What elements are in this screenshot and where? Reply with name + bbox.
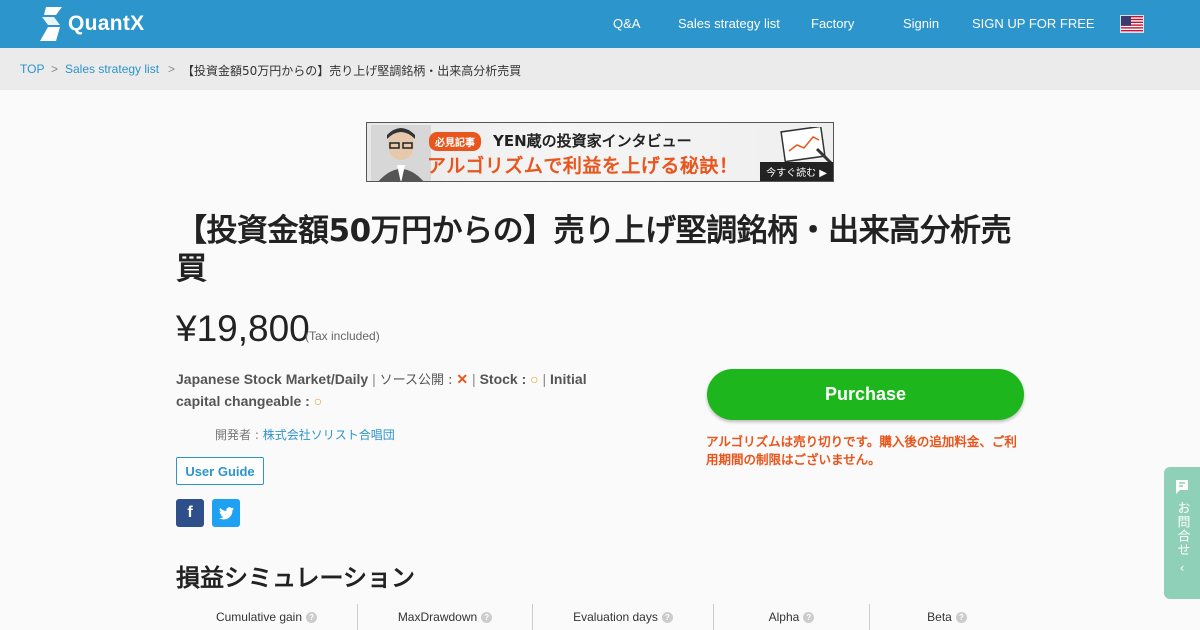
quantx-logo-icon: [40, 7, 62, 41]
simulation-title: 損益シミュレーション: [176, 564, 416, 592]
stat-max-drawdown: MaxDrawdown ?: [358, 604, 533, 630]
contact-label: お問合せ: [1174, 501, 1190, 557]
top-header: QuantX Q&A Sales strategy list Factory S…: [0, 0, 1200, 48]
developer-info: 開発者 : 株式会社ソリスト合唱団: [215, 426, 395, 443]
help-icon[interactable]: ?: [481, 611, 493, 623]
banner-headline: アルゴリズムで利益を上げる秘訣！: [427, 155, 739, 177]
stock-mark: ○: [530, 371, 539, 387]
breadcrumb: TOP > Sales strategy list > 【投資金額50万円からの…: [0, 48, 1200, 90]
user-guide-button[interactable]: User Guide: [176, 457, 264, 485]
facebook-icon: f: [187, 504, 193, 521]
nav-sales-strategy-list[interactable]: Sales strategy list: [678, 16, 780, 31]
chart-tablet-icon: [780, 127, 833, 165]
quantx-logo[interactable]: QuantX: [40, 7, 144, 41]
nav-signin[interactable]: Signin: [903, 16, 939, 31]
stock-label: Stock :: [479, 371, 527, 387]
banner-read-now[interactable]: 今すぐ読む ▶: [760, 162, 833, 181]
product-meta: Japanese Stock Market/Daily | ソース公開 : ✕ …: [176, 371, 587, 409]
us-flag-icon[interactable]: [1120, 15, 1144, 33]
stat-label: Beta: [927, 610, 952, 624]
help-icon[interactable]: ?: [803, 611, 815, 623]
breadcrumb-top[interactable]: TOP: [20, 62, 44, 76]
stat-label: Alpha: [768, 610, 800, 624]
person-photo-icon: [371, 125, 431, 181]
page-title: 【投資金額50万円からの】売り上げ堅調銘柄・出来高分析売買: [176, 213, 1012, 287]
chat-icon: [1176, 480, 1188, 494]
developer-link[interactable]: 株式会社ソリスト合唱団: [263, 428, 395, 442]
help-icon[interactable]: ?: [306, 611, 318, 623]
nav-factory[interactable]: Factory: [811, 16, 854, 31]
purchase-note: アルゴリズムは売り切りです。購入後の追加料金、ご利用期間の制限はございません。: [706, 434, 1017, 467]
banner-subtitle: YEN蔵の投資家インタビュー: [493, 132, 692, 150]
interview-banner[interactable]: 必見記事 YEN蔵の投資家インタビュー アルゴリズムで利益を上げる秘訣！ 今すぐ…: [366, 122, 834, 182]
nav-qa[interactable]: Q&A: [613, 16, 640, 31]
capital-mark: ○: [313, 393, 323, 409]
source-label: ソース公開 :: [379, 373, 453, 388]
banner-tag: 必見記事: [429, 132, 481, 151]
breadcrumb-current: 【投資金額50万円からの】売り上げ堅調銘柄・出来高分析売買: [182, 64, 522, 78]
price: ¥19,800: [176, 308, 310, 349]
simulation-stats-header: Cumulative gain ? MaxDrawdown ? Evaluati…: [176, 604, 1024, 630]
stat-evaluation-days: Evaluation days ?: [533, 604, 714, 630]
stat-beta: Beta ?: [870, 604, 1024, 630]
stat-label: Evaluation days: [573, 610, 658, 624]
help-icon[interactable]: ?: [955, 611, 967, 623]
stat-alpha: Alpha ?: [714, 604, 870, 630]
breadcrumb-sales-strategy-list[interactable]: Sales strategy list: [65, 62, 159, 76]
chevron-left-icon: ‹: [1179, 561, 1185, 575]
nav-sign-up[interactable]: SIGN UP FOR FREE: [972, 16, 1095, 31]
breadcrumb-separator: >: [51, 62, 59, 76]
developer-label: 開発者 :: [215, 428, 259, 442]
logo-text: QuantX: [68, 12, 145, 35]
twitter-share-button[interactable]: [212, 499, 240, 527]
stat-label: Cumulative gain: [215, 610, 303, 624]
help-icon[interactable]: ?: [661, 611, 673, 623]
contact-tab[interactable]: お問合せ ‹: [1164, 467, 1200, 599]
tax-note: (Tax included): [305, 329, 380, 343]
source-mark: ✕: [456, 371, 469, 387]
purchase-button[interactable]: Purchase: [707, 369, 1024, 420]
twitter-icon: [218, 506, 234, 519]
market-label: Japanese Stock Market/Daily: [176, 371, 369, 387]
stat-label: MaxDrawdown: [397, 610, 478, 624]
breadcrumb-separator: >: [168, 62, 176, 76]
stat-cumulative-gain: Cumulative gain ?: [176, 604, 358, 630]
facebook-share-button[interactable]: f: [176, 499, 204, 527]
